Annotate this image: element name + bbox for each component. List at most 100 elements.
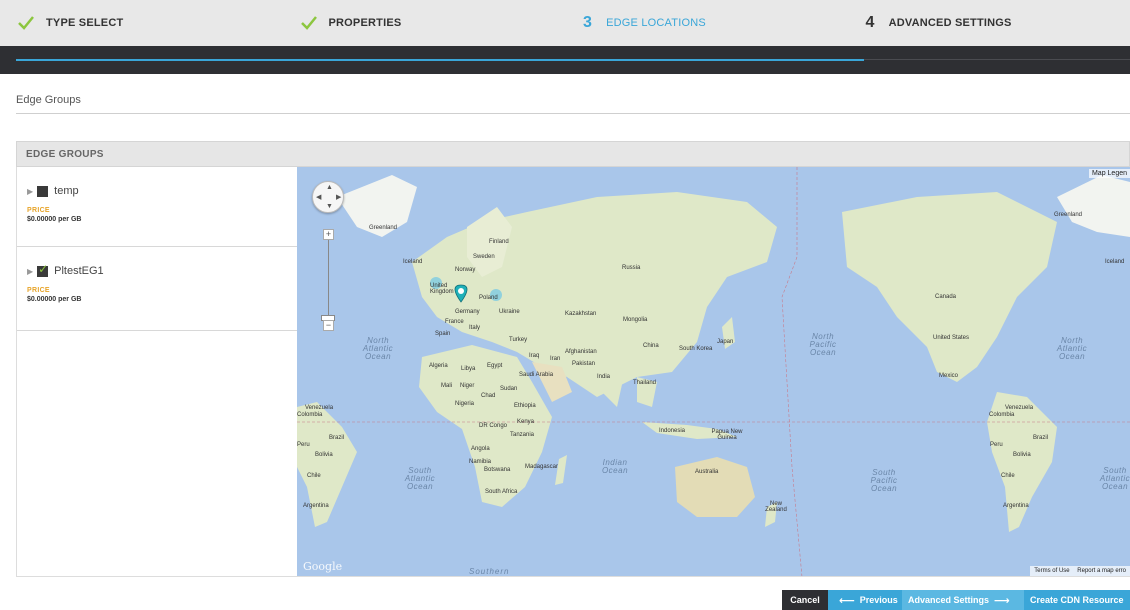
group-checkbox[interactable] — [37, 262, 48, 277]
terms-link[interactable]: Terms of Use — [1034, 568, 1069, 574]
pan-right-icon[interactable]: ▶ — [336, 193, 341, 201]
map-label: Botswana — [484, 467, 511, 473]
step-edge-locations[interactable]: 3 EDGE LOCATIONS — [565, 0, 848, 46]
map-label: Sweden — [473, 254, 495, 260]
map-label: Ethiopia — [514, 403, 536, 409]
map-label: Bolivia — [315, 452, 333, 458]
map-label: India — [597, 374, 611, 380]
map-label: United Kingdom — [430, 283, 454, 295]
map-label: Iceland — [403, 259, 423, 265]
map-land — [297, 167, 1130, 576]
previous-label: Previous — [859, 595, 898, 605]
map-label: Algeria — [429, 363, 448, 369]
pan-down-icon[interactable]: ▼ — [326, 203, 333, 210]
map-label: Russia — [622, 265, 641, 271]
progress-remaining — [864, 59, 1130, 60]
map-label: Norway — [455, 267, 476, 273]
map-label: Japan — [717, 339, 734, 345]
zoom-slider-track[interactable] — [328, 240, 329, 320]
section-title: Edge Groups — [16, 94, 81, 106]
price-value: $0.00000 per GB — [27, 296, 82, 303]
map-label: New Zealand — [765, 501, 787, 513]
map-label: Mongolia — [623, 317, 648, 323]
map-label: Venezuela — [1005, 405, 1034, 411]
map-label: Namibia — [469, 459, 492, 465]
price-label: PRICE — [27, 287, 50, 294]
report-error-link[interactable]: Report a map erro — [1077, 568, 1126, 574]
edge-group-item[interactable]: ▶ PltestEG1 PRICE $0.00000 per GB — [17, 247, 297, 331]
ocean-label: Indian Ocean — [601, 458, 629, 475]
map-label: Libya — [461, 366, 476, 372]
pan-control[interactable]: ▲ ▼ ◀ ▶ — [312, 181, 344, 213]
zoom-out-button[interactable]: − — [323, 320, 334, 331]
step-type-select[interactable]: TYPE SELECT — [0, 0, 283, 46]
map-label: France — [445, 319, 464, 325]
cancel-button[interactable]: Cancel — [782, 590, 828, 610]
step-properties[interactable]: PROPERTIES — [283, 0, 566, 46]
map-label: Ukraine — [499, 309, 520, 315]
map-legend-link[interactable]: Map Legen — [1088, 169, 1130, 178]
previous-button[interactable]: ⟵ Previous — [828, 590, 902, 610]
create-cdn-resource-button[interactable]: Create CDN Resource — [1024, 590, 1130, 610]
map-label: China — [643, 343, 659, 349]
ocean-label: South Atlantic Ocean — [1099, 466, 1130, 491]
map-label: Peru — [297, 442, 310, 448]
wizard-steps: TYPE SELECT PROPERTIES 3 EDGE LOCATIONS … — [0, 0, 1130, 46]
edge-group-list: ▶ temp PRICE $0.00000 per GB ▶ PltestEG1… — [16, 167, 297, 577]
map-label: Iran — [550, 356, 561, 362]
map-label: Australia — [695, 469, 719, 475]
map-label: Bolivia — [1013, 452, 1031, 458]
price-label: PRICE — [27, 207, 50, 214]
group-name: temp — [54, 185, 79, 197]
map-label: Venezuela — [305, 405, 334, 411]
map-label: Argentina — [1003, 503, 1029, 509]
map-label: Spain — [435, 331, 451, 337]
map-label: Nigeria — [455, 401, 475, 407]
map-label: Iceland — [1105, 259, 1125, 265]
advanced-settings-button[interactable]: Advanced Settings ⟶ — [902, 590, 1024, 610]
step-label: PROPERTIES — [328, 17, 402, 29]
map-label: Colombia — [989, 412, 1015, 418]
ocean-label: North Pacific Ocean — [809, 332, 837, 357]
google-logo: Google — [303, 560, 343, 573]
map-label: South Africa — [485, 489, 518, 495]
map-label: Tanzania — [510, 432, 535, 438]
map-label: Kenya — [517, 419, 535, 425]
group-checkbox[interactable] — [37, 185, 49, 197]
group-name: PltestEG1 — [54, 265, 104, 277]
map-label: Afghanistan — [565, 349, 597, 355]
ocean-label: North Atlantic Ocean — [362, 336, 394, 361]
map-label: Sudan — [500, 386, 518, 392]
pan-left-icon[interactable]: ◀ — [316, 193, 321, 201]
edge-group-item[interactable]: ▶ temp PRICE $0.00000 per GB — [17, 167, 297, 247]
map-label: United States — [933, 335, 970, 341]
map-label: Brazil — [1033, 435, 1049, 441]
map-label: Mexico — [939, 373, 959, 379]
divider — [16, 113, 1130, 114]
map-label: Brazil — [329, 435, 345, 441]
map-label: Chile — [1001, 473, 1015, 479]
map-label: Mali — [441, 383, 453, 389]
step-label: ADVANCED SETTINGS — [888, 17, 1012, 29]
map-label: Italy — [469, 325, 481, 331]
world-map[interactable]: Greenland Greenland Iceland Iceland Finl… — [297, 167, 1130, 577]
map-label: Peru — [990, 442, 1003, 448]
step-number: 3 — [583, 14, 593, 31]
ocean-label: North Atlantic Ocean — [1056, 336, 1088, 361]
map-label: Colombia — [297, 412, 323, 418]
price-value: $0.00000 per GB — [27, 216, 82, 223]
map-label: Iraq — [529, 353, 540, 359]
pan-up-icon[interactable]: ▲ — [326, 184, 333, 191]
map-label: Greenland — [1054, 212, 1083, 218]
map-label: Finland — [489, 239, 509, 245]
step-advanced-settings[interactable]: 4 ADVANCED SETTINGS — [848, 0, 1130, 46]
expand-caret-icon[interactable]: ▶ — [27, 187, 33, 196]
zoom-in-button[interactable]: + — [323, 229, 334, 240]
check-icon — [18, 16, 34, 30]
map-label: Egypt — [487, 363, 503, 369]
map-label: South Korea — [679, 346, 713, 352]
map-label: DR Congo — [479, 423, 508, 429]
map-label: Niger — [460, 383, 475, 389]
map-label: Papua New Guinea — [711, 429, 743, 441]
expand-caret-icon[interactable]: ▶ — [27, 267, 33, 276]
